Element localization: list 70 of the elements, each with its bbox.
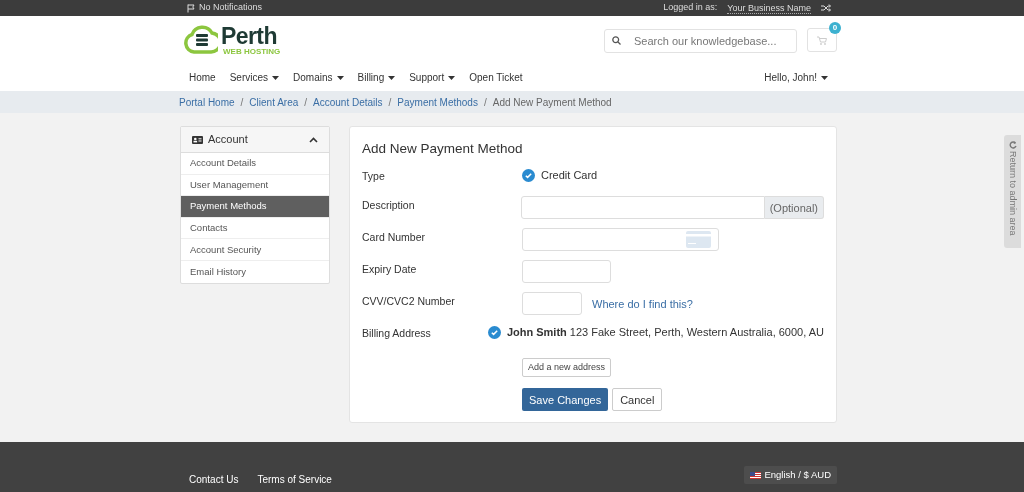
user-menu[interactable]: Hello, John! [764, 70, 828, 85]
breadcrumb-separator: / [388, 95, 392, 110]
cart-icon [817, 35, 827, 45]
sidebar-item[interactable]: Payment Methods [181, 196, 329, 218]
expiry-date-field[interactable] [522, 260, 611, 284]
field-label: Description [362, 198, 416, 214]
search-field[interactable]: Search our knowledgebase... [604, 29, 797, 53]
nav-item[interactable]: Home [189, 70, 216, 85]
nav-item[interactable]: Support [409, 70, 456, 85]
caret-icon [448, 75, 456, 80]
us-flag-icon [750, 471, 762, 479]
footer-link[interactable]: Contact Us [189, 472, 239, 487]
notifications-link[interactable]: No Notifications [199, 1, 263, 15]
breadcrumb-current: Add New Payment Method [492, 95, 612, 110]
footer-link[interactable]: Terms of Service [257, 472, 332, 487]
breadcrumb-link[interactable]: Account Details [313, 94, 383, 110]
flag-icon[interactable] [187, 3, 196, 13]
radio-label: Credit Card [541, 168, 598, 184]
search-icon [612, 35, 621, 45]
field-label: Type [362, 169, 386, 185]
radio-checked-icon[interactable] [487, 326, 501, 339]
save-changes-button[interactable]: Save Changes [522, 388, 609, 412]
caret-icon [388, 75, 396, 80]
sidebar-title: Account [208, 132, 248, 148]
language-button[interactable]: English / $ AUD [744, 466, 837, 484]
admin-area-text: Return to admin area [1007, 151, 1020, 236]
refresh-icon [1008, 141, 1017, 149]
caret-icon [821, 75, 828, 80]
breadcrumb-link[interactable]: Portal Home [179, 94, 235, 110]
admin-area-tab[interactable]: Return to admin area [1004, 135, 1021, 248]
description-field[interactable] [521, 196, 765, 220]
sidebar-item[interactable]: Email History [181, 260, 329, 283]
field-label: Billing Address [362, 326, 432, 342]
business-name-link[interactable]: Your Business Name [727, 2, 811, 14]
credit-card-icon [686, 231, 711, 249]
id-card-icon [192, 135, 203, 144]
field-label: Expiry Date [362, 262, 418, 278]
nav-item[interactable]: Open Ticket [469, 70, 523, 85]
optional-addon: (Optional) [764, 196, 824, 220]
caret-icon [336, 75, 344, 80]
nav-item[interactable]: Domains [293, 70, 344, 85]
logged-in-label: Logged in as: [663, 1, 718, 15]
add-address-button[interactable]: Add a new address [522, 358, 612, 378]
address-text: John Smith 123 Fake Street, Perth, Western Australia, 6000, AU [506, 325, 824, 341]
nav-item[interactable]: Services [229, 70, 280, 85]
help-link[interactable]: Where do I find this? [592, 295, 693, 312]
sidebar-item[interactable]: Account Details [181, 153, 329, 175]
breadcrumb-link[interactable]: Client Area [249, 94, 299, 110]
caret-icon [272, 75, 280, 80]
radio-checked-icon[interactable] [522, 169, 535, 182]
cart-count-badge: 0 [829, 22, 841, 34]
cancel-button[interactable]: Cancel [612, 388, 663, 412]
cvv-field[interactable] [522, 292, 582, 316]
shuffle-icon[interactable] [821, 4, 831, 12]
card-number-field[interactable] [522, 228, 719, 252]
breadcrumb-link[interactable]: Payment Methods [397, 94, 478, 110]
sidebar-item[interactable]: Account Security [181, 239, 329, 261]
logo-name: Perth [221, 24, 278, 48]
logo-tagline: WEB HOSTING [223, 47, 281, 56]
cloud-server-logo-icon [184, 25, 218, 55]
sidebar-header[interactable]: Account [181, 127, 329, 153]
breadcrumb-separator: / [304, 95, 308, 110]
field-label: Card Number [362, 230, 427, 246]
breadcrumb-separator: / [240, 95, 244, 110]
form-title: Add New Payment Method [362, 140, 524, 158]
sidebar-item[interactable]: Contacts [181, 217, 329, 240]
breadcrumb-separator: / [483, 95, 487, 110]
field-label: CVV/CVC2 Number [362, 294, 456, 310]
chevron-up-icon[interactable] [309, 136, 318, 143]
nav-item[interactable]: Billing [357, 70, 396, 85]
